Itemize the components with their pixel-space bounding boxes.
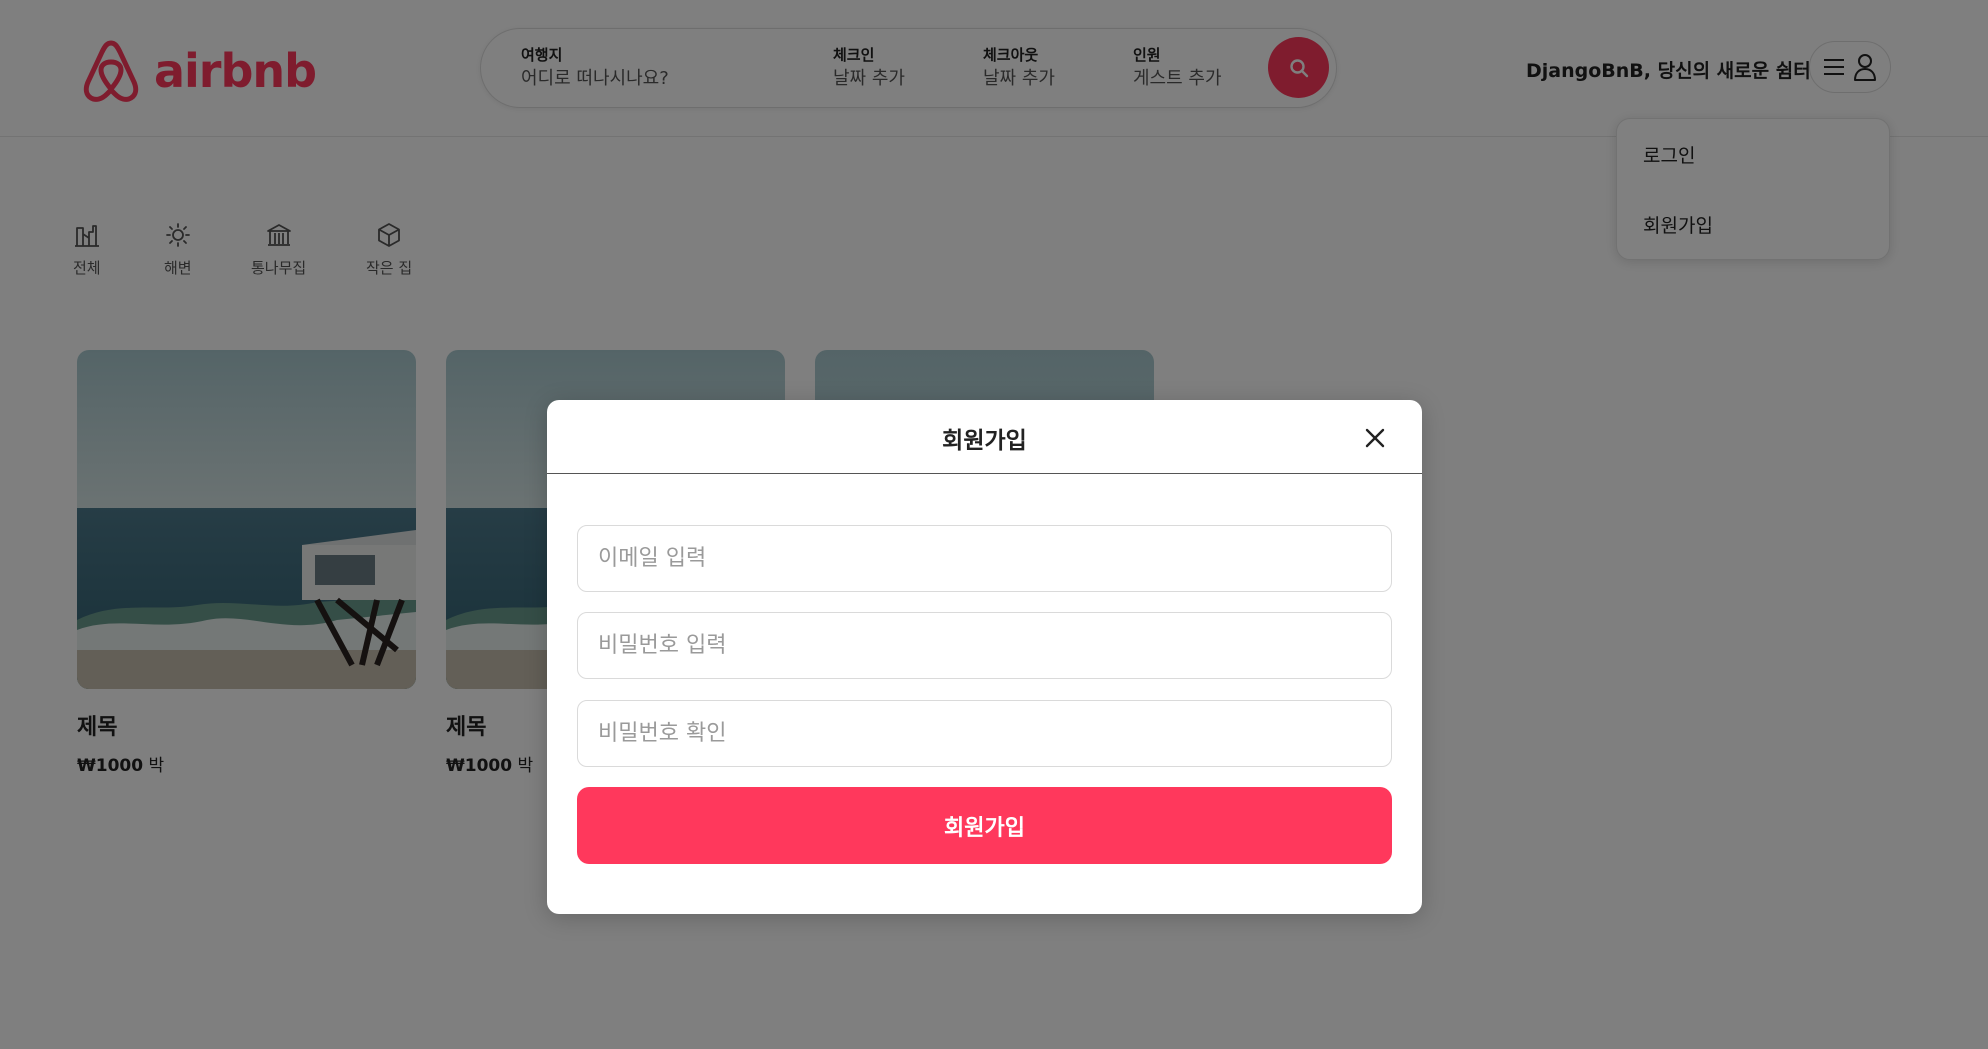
modal-title: 회원가입 [942,428,1027,454]
user-menu-dropdown: 로그인 회원가입 [1616,118,1890,260]
menu-item-signup[interactable]: 회원가입 [1643,211,1713,238]
close-icon [1365,428,1385,448]
signup-modal: 회원가입 회원가입 [547,400,1422,914]
menu-item-login[interactable]: 로그인 [1643,141,1695,168]
password-input[interactable] [577,612,1392,679]
modal-header: 회원가입 [547,400,1422,474]
email-input[interactable] [577,525,1392,592]
signup-submit-button[interactable]: 회원가입 [577,787,1392,864]
password-confirm-input[interactable] [577,700,1392,767]
close-button[interactable] [1361,424,1389,452]
